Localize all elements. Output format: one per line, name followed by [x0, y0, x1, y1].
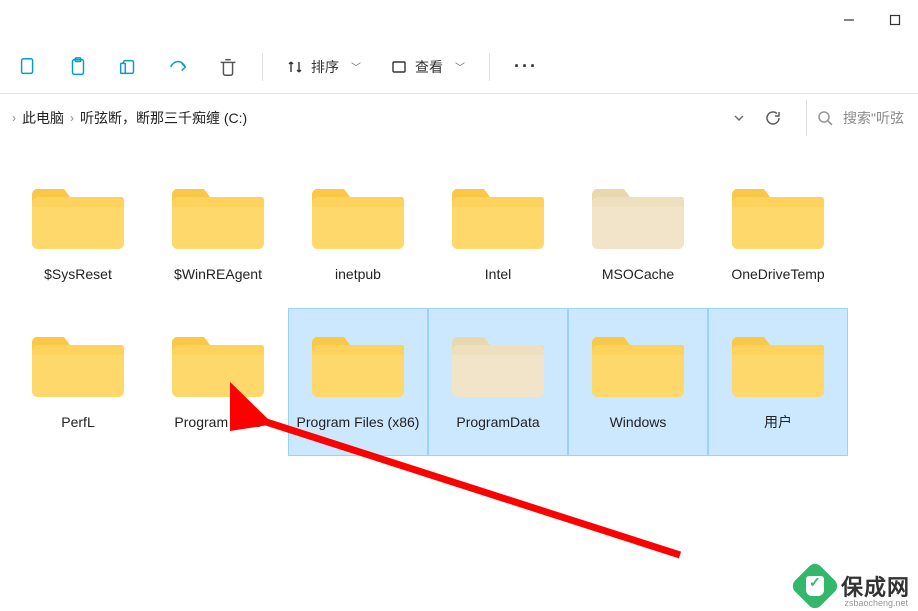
- watermark-badge-icon: [790, 561, 841, 611]
- breadcrumb[interactable]: › 此电脑 › 听弦断，断那三千痴缠 (C:): [4, 100, 720, 136]
- folder-label: MSOCache: [596, 261, 680, 284]
- minimize-button[interactable]: [826, 4, 872, 36]
- view-label: 查看: [415, 57, 443, 77]
- folder-label: Program Files (x86): [291, 409, 426, 432]
- toolbar-separator: [489, 53, 490, 81]
- share-button[interactable]: [154, 44, 202, 90]
- copy-button[interactable]: [4, 44, 52, 90]
- folder-icon: [8, 313, 148, 409]
- folder-icon: [148, 313, 288, 409]
- delete-button[interactable]: [204, 44, 252, 90]
- folder-icon: [568, 165, 708, 261]
- more-button[interactable]: ···: [500, 44, 552, 90]
- search-input[interactable]: 搜索"听弦: [806, 100, 918, 136]
- folder-label: ProgramData: [450, 409, 545, 432]
- folder-icon: [708, 313, 848, 409]
- toolbar-separator: [262, 53, 263, 81]
- folder-icon: [148, 165, 288, 261]
- folder-item[interactable]: ProgramData: [428, 308, 568, 456]
- folder-item[interactable]: Windows: [568, 308, 708, 456]
- folder-icon: [288, 165, 428, 261]
- folder-label: $WinREAgent: [168, 261, 268, 284]
- folder-label: inetpub: [329, 261, 387, 284]
- folder-item[interactable]: MSOCache: [568, 160, 708, 308]
- folder-label: $SysReset: [38, 261, 118, 284]
- breadcrumb-item[interactable]: 此电脑: [22, 108, 64, 128]
- chevron-right-icon: ›: [12, 111, 16, 125]
- folder-label: 用户: [758, 409, 798, 432]
- toolbar: 排序 ﹀ 查看 ﹀ ···: [0, 40, 918, 94]
- watermark-url: zsbaocheng.net: [844, 598, 908, 608]
- folder-icon: [8, 165, 148, 261]
- maximize-button[interactable]: [872, 4, 918, 36]
- folder-item[interactable]: inetpub: [288, 160, 428, 308]
- folder-label: Intel: [479, 261, 517, 284]
- folder-item[interactable]: 用户: [708, 308, 848, 456]
- folder-label: PerfL: [55, 409, 100, 432]
- view-button[interactable]: 查看 ﹀: [377, 44, 479, 90]
- folder-icon: [428, 313, 568, 409]
- folder-item[interactable]: Intel: [428, 160, 568, 308]
- paste-button[interactable]: [54, 44, 102, 90]
- watermark: 保成网 zsbaocheng.net: [797, 568, 910, 604]
- address-row: › 此电脑 › 听弦断，断那三千痴缠 (C:) 搜索"听弦: [0, 94, 918, 142]
- search-icon: [817, 110, 833, 126]
- folder-label: Program Files: [168, 409, 267, 432]
- folder-label: Windows: [604, 409, 673, 432]
- folder-grid: $SysReset $WinREAgent inetpub Intel MSOC…: [0, 142, 918, 456]
- folder-icon: [288, 313, 428, 409]
- chevron-down-icon: ﹀: [351, 59, 361, 74]
- folder-icon: [708, 165, 848, 261]
- folder-item[interactable]: Program Files: [148, 308, 288, 456]
- search-placeholder: 搜索"听弦: [843, 108, 904, 128]
- folder-item[interactable]: PerfL: [8, 308, 148, 456]
- titlebar: [0, 0, 918, 40]
- chevron-down-icon[interactable]: [732, 111, 746, 125]
- breadcrumb-item[interactable]: 听弦断，断那三千痴缠 (C:): [80, 108, 247, 128]
- folder-icon: [428, 165, 568, 261]
- sort-label: 排序: [311, 57, 339, 77]
- folder-item[interactable]: $SysReset: [8, 160, 148, 308]
- folder-item[interactable]: OneDriveTemp: [708, 160, 848, 308]
- cut-button[interactable]: [104, 44, 152, 90]
- folder-icon: [568, 313, 708, 409]
- folder-item[interactable]: $WinREAgent: [148, 160, 288, 308]
- chevron-down-icon: ﹀: [455, 59, 465, 74]
- folder-item[interactable]: Program Files (x86): [288, 308, 428, 456]
- chevron-right-icon: ›: [70, 111, 74, 125]
- refresh-icon[interactable]: [764, 109, 782, 127]
- sort-button[interactable]: 排序 ﹀: [273, 44, 375, 90]
- folder-label: OneDriveTemp: [725, 261, 830, 284]
